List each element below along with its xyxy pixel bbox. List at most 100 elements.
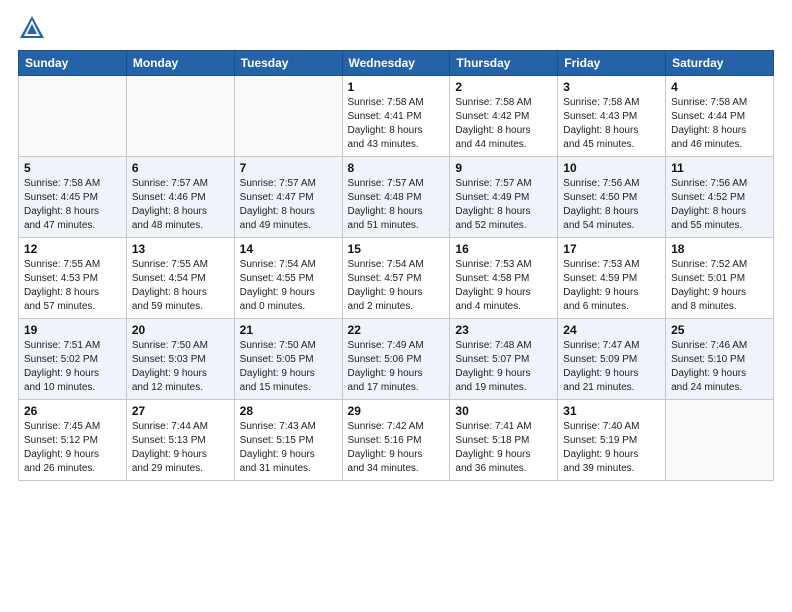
day-header-tuesday: Tuesday xyxy=(234,51,342,76)
calendar-cell: 31 Sunrise: 7:40 AM Sunset: 5:19 PM Dayli… xyxy=(558,400,666,481)
day-info: Sunrise: 7:58 AM Sunset: 4:42 PM Dayligh… xyxy=(455,96,552,152)
calendar-cell: 18 Sunrise: 7:52 AM Sunset: 5:01 PM Dayli… xyxy=(666,238,774,319)
calendar-cell: 11 Sunrise: 7:56 AM Sunset: 4:52 PM Dayli… xyxy=(666,157,774,238)
day-info: Sunrise: 7:41 AM Sunset: 5:18 PM Dayligh… xyxy=(455,420,552,476)
day-number: 9 xyxy=(455,161,552,175)
day-info: Sunrise: 7:44 AM Sunset: 5:13 PM Dayligh… xyxy=(132,420,229,476)
day-number: 27 xyxy=(132,404,229,418)
day-header-saturday: Saturday xyxy=(666,51,774,76)
calendar-header-row: SundayMondayTuesdayWednesdayThursdayFrid… xyxy=(19,51,774,76)
calendar-table: SundayMondayTuesdayWednesdayThursdayFrid… xyxy=(18,50,774,481)
day-info: Sunrise: 7:58 AM Sunset: 4:45 PM Dayligh… xyxy=(24,177,121,233)
calendar-page: SundayMondayTuesdayWednesdayThursdayFrid… xyxy=(0,0,792,612)
day-number: 14 xyxy=(240,242,337,256)
day-number: 19 xyxy=(24,323,121,337)
day-header-thursday: Thursday xyxy=(450,51,558,76)
day-info: Sunrise: 7:49 AM Sunset: 5:06 PM Dayligh… xyxy=(348,339,445,395)
day-number: 3 xyxy=(563,80,660,94)
day-number: 17 xyxy=(563,242,660,256)
day-number: 12 xyxy=(24,242,121,256)
day-number: 15 xyxy=(348,242,445,256)
calendar-cell: 24 Sunrise: 7:47 AM Sunset: 5:09 PM Dayli… xyxy=(558,319,666,400)
calendar-cell: 3 Sunrise: 7:58 AM Sunset: 4:43 PM Daylig… xyxy=(558,76,666,157)
day-info: Sunrise: 7:46 AM Sunset: 5:10 PM Dayligh… xyxy=(671,339,768,395)
day-info: Sunrise: 7:42 AM Sunset: 5:16 PM Dayligh… xyxy=(348,420,445,476)
day-number: 4 xyxy=(671,80,768,94)
day-header-friday: Friday xyxy=(558,51,666,76)
day-info: Sunrise: 7:53 AM Sunset: 4:59 PM Dayligh… xyxy=(563,258,660,314)
calendar-cell: 5 Sunrise: 7:58 AM Sunset: 4:45 PM Daylig… xyxy=(19,157,127,238)
day-info: Sunrise: 7:52 AM Sunset: 5:01 PM Dayligh… xyxy=(671,258,768,314)
day-number: 22 xyxy=(348,323,445,337)
day-info: Sunrise: 7:56 AM Sunset: 4:50 PM Dayligh… xyxy=(563,177,660,233)
day-info: Sunrise: 7:58 AM Sunset: 4:43 PM Dayligh… xyxy=(563,96,660,152)
calendar-cell: 7 Sunrise: 7:57 AM Sunset: 4:47 PM Daylig… xyxy=(234,157,342,238)
calendar-cell: 14Sunrise: 7:54 AM Sunset: 4:55 PM Dayli… xyxy=(234,238,342,319)
day-info: Sunrise: 7:51 AM Sunset: 5:02 PM Dayligh… xyxy=(24,339,121,395)
day-info: Sunrise: 7:57 AM Sunset: 4:46 PM Dayligh… xyxy=(132,177,229,233)
day-info: Sunrise: 7:53 AM Sunset: 4:58 PM Dayligh… xyxy=(455,258,552,314)
calendar-cell: 13Sunrise: 7:55 AM Sunset: 4:54 PM Dayli… xyxy=(126,238,234,319)
day-header-wednesday: Wednesday xyxy=(342,51,450,76)
calendar-cell: 27 Sunrise: 7:44 AM Sunset: 5:13 PM Dayli… xyxy=(126,400,234,481)
day-number: 16 xyxy=(455,242,552,256)
calendar-cell: 8 Sunrise: 7:57 AM Sunset: 4:48 PM Daylig… xyxy=(342,157,450,238)
day-header-monday: Monday xyxy=(126,51,234,76)
day-number: 21 xyxy=(240,323,337,337)
day-info: Sunrise: 7:43 AM Sunset: 5:15 PM Dayligh… xyxy=(240,420,337,476)
calendar-week-5: 26Sunrise: 7:45 AM Sunset: 5:12 PM Dayli… xyxy=(19,400,774,481)
day-number: 7 xyxy=(240,161,337,175)
day-info: Sunrise: 7:56 AM Sunset: 4:52 PM Dayligh… xyxy=(671,177,768,233)
day-number: 26 xyxy=(24,404,121,418)
day-info: Sunrise: 7:55 AM Sunset: 4:54 PM Dayligh… xyxy=(132,258,229,314)
calendar-cell: 15 Sunrise: 7:54 AM Sunset: 4:57 PM Dayli… xyxy=(342,238,450,319)
day-number: 11 xyxy=(671,161,768,175)
calendar-week-1: 1Sunrise: 7:58 AM Sunset: 4:41 PM Daylig… xyxy=(19,76,774,157)
calendar-cell: 25 Sunrise: 7:46 AM Sunset: 5:10 PM Dayli… xyxy=(666,319,774,400)
calendar-cell: 26Sunrise: 7:45 AM Sunset: 5:12 PM Dayli… xyxy=(19,400,127,481)
calendar-cell: 22 Sunrise: 7:49 AM Sunset: 5:06 PM Dayli… xyxy=(342,319,450,400)
day-number: 20 xyxy=(132,323,229,337)
calendar-cell: 23Sunrise: 7:48 AM Sunset: 5:07 PM Dayli… xyxy=(450,319,558,400)
calendar-cell: 10 Sunrise: 7:56 AM Sunset: 4:50 PM Dayli… xyxy=(558,157,666,238)
calendar-cell: 21 Sunrise: 7:50 AM Sunset: 5:05 PM Dayli… xyxy=(234,319,342,400)
calendar-cell: 20 Sunrise: 7:50 AM Sunset: 5:03 PM Dayli… xyxy=(126,319,234,400)
logo-icon xyxy=(18,14,46,42)
day-info: Sunrise: 7:47 AM Sunset: 5:09 PM Dayligh… xyxy=(563,339,660,395)
day-number: 31 xyxy=(563,404,660,418)
calendar-week-2: 5 Sunrise: 7:58 AM Sunset: 4:45 PM Daylig… xyxy=(19,157,774,238)
calendar-cell xyxy=(19,76,127,157)
day-number: 29 xyxy=(348,404,445,418)
calendar-cell: 30Sunrise: 7:41 AM Sunset: 5:18 PM Dayli… xyxy=(450,400,558,481)
day-info: Sunrise: 7:55 AM Sunset: 4:53 PM Dayligh… xyxy=(24,258,121,314)
logo xyxy=(18,14,50,42)
day-number: 25 xyxy=(671,323,768,337)
day-number: 5 xyxy=(24,161,121,175)
day-header-sunday: Sunday xyxy=(19,51,127,76)
calendar-week-4: 19 Sunrise: 7:51 AM Sunset: 5:02 PM Dayli… xyxy=(19,319,774,400)
day-number: 10 xyxy=(563,161,660,175)
calendar-cell: 12 Sunrise: 7:55 AM Sunset: 4:53 PM Dayli… xyxy=(19,238,127,319)
day-info: Sunrise: 7:57 AM Sunset: 4:47 PM Dayligh… xyxy=(240,177,337,233)
day-number: 24 xyxy=(563,323,660,337)
calendar-cell: 2 Sunrise: 7:58 AM Sunset: 4:42 PM Daylig… xyxy=(450,76,558,157)
day-number: 28 xyxy=(240,404,337,418)
day-info: Sunrise: 7:40 AM Sunset: 5:19 PM Dayligh… xyxy=(563,420,660,476)
day-info: Sunrise: 7:50 AM Sunset: 5:05 PM Dayligh… xyxy=(240,339,337,395)
day-info: Sunrise: 7:54 AM Sunset: 4:57 PM Dayligh… xyxy=(348,258,445,314)
calendar-cell: 4Sunrise: 7:58 AM Sunset: 4:44 PM Daylig… xyxy=(666,76,774,157)
day-number: 18 xyxy=(671,242,768,256)
calendar-cell xyxy=(666,400,774,481)
day-number: 2 xyxy=(455,80,552,94)
calendar-cell xyxy=(126,76,234,157)
calendar-cell xyxy=(234,76,342,157)
day-number: 8 xyxy=(348,161,445,175)
calendar-cell: 16 Sunrise: 7:53 AM Sunset: 4:58 PM Dayli… xyxy=(450,238,558,319)
day-info: Sunrise: 7:50 AM Sunset: 5:03 PM Dayligh… xyxy=(132,339,229,395)
day-number: 1 xyxy=(348,80,445,94)
day-info: Sunrise: 7:57 AM Sunset: 4:49 PM Dayligh… xyxy=(455,177,552,233)
calendar-cell: 19 Sunrise: 7:51 AM Sunset: 5:02 PM Dayli… xyxy=(19,319,127,400)
day-info: Sunrise: 7:57 AM Sunset: 4:48 PM Dayligh… xyxy=(348,177,445,233)
calendar-cell: 28 Sunrise: 7:43 AM Sunset: 5:15 PM Dayli… xyxy=(234,400,342,481)
calendar-cell: 9 Sunrise: 7:57 AM Sunset: 4:49 PM Daylig… xyxy=(450,157,558,238)
